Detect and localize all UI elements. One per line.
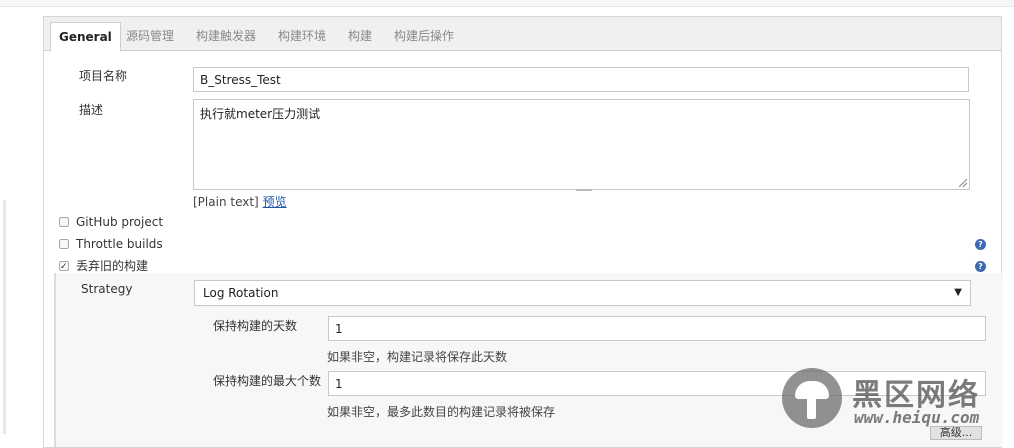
github-project-checkbox[interactable] [59, 216, 69, 227]
mushroom-logo-icon [782, 368, 842, 428]
resize-grip-icon[interactable] [959, 179, 967, 187]
max-builds-hint: 如果非空，最多此数目的构建记录将被保存 [327, 405, 556, 419]
description-format: [Plain text] 预览 [193, 193, 287, 210]
tab-post-build[interactable]: 构建后操作 [394, 27, 454, 47]
description-textarea[interactable]: 执行就meter压力测试 [193, 99, 970, 191]
tab-source-code[interactable]: 源码管理 [126, 27, 174, 47]
days-to-keep-hint: 如果非空，构建记录将保存此天数 [327, 350, 508, 364]
preview-link[interactable]: 预览 [263, 195, 287, 209]
throttle-builds-checkbox[interactable] [59, 238, 69, 249]
days-to-keep-input[interactable] [328, 316, 986, 341]
throttle-help-icon[interactable]: ? [975, 239, 986, 250]
discard-old-builds-label: 丢弃旧的构建 [76, 259, 149, 273]
description-label: 描述 [79, 103, 104, 117]
top-divider [0, 0, 1014, 7]
max-builds-label: 保持构建的最大个数 [213, 374, 322, 388]
left-gutter [3, 200, 6, 434]
resize-handle[interactable] [576, 189, 592, 191]
discard-help-icon[interactable]: ? [975, 261, 986, 272]
tab-build[interactable]: 构建 [348, 27, 372, 47]
plain-text-label: [Plain text] [193, 195, 259, 209]
tab-build-environment[interactable]: 构建环境 [278, 27, 326, 47]
option-github-project[interactable]: GitHub project [59, 213, 163, 231]
project-name-input[interactable] [193, 67, 969, 92]
strategy-select[interactable]: Log Rotation ▼ [194, 280, 971, 306]
tab-general[interactable]: General [50, 22, 121, 52]
description-text: 执行就meter压力测试 [200, 107, 321, 121]
chevron-down-icon: ▼ [954, 287, 962, 298]
project-name-label: 项目名称 [79, 69, 128, 83]
option-throttle-builds[interactable]: Throttle builds [59, 235, 163, 253]
throttle-builds-label: Throttle builds [76, 237, 163, 251]
strategy-label: Strategy [81, 282, 133, 296]
watermark-url: www.heiqu.com [854, 408, 980, 427]
strategy-value: Log Rotation [203, 286, 279, 300]
days-to-keep-label: 保持构建的天数 [213, 319, 298, 333]
tab-bar: General 源码管理 构建触发器 构建环境 构建 构建后操作 [44, 17, 1001, 52]
tab-build-triggers[interactable]: 构建触发器 [196, 27, 256, 47]
discard-old-builds-checkbox[interactable] [59, 258, 69, 276]
github-project-label: GitHub project [76, 215, 164, 229]
watermark-logo: 黑区网络 www.heiqu.com [782, 364, 1014, 434]
